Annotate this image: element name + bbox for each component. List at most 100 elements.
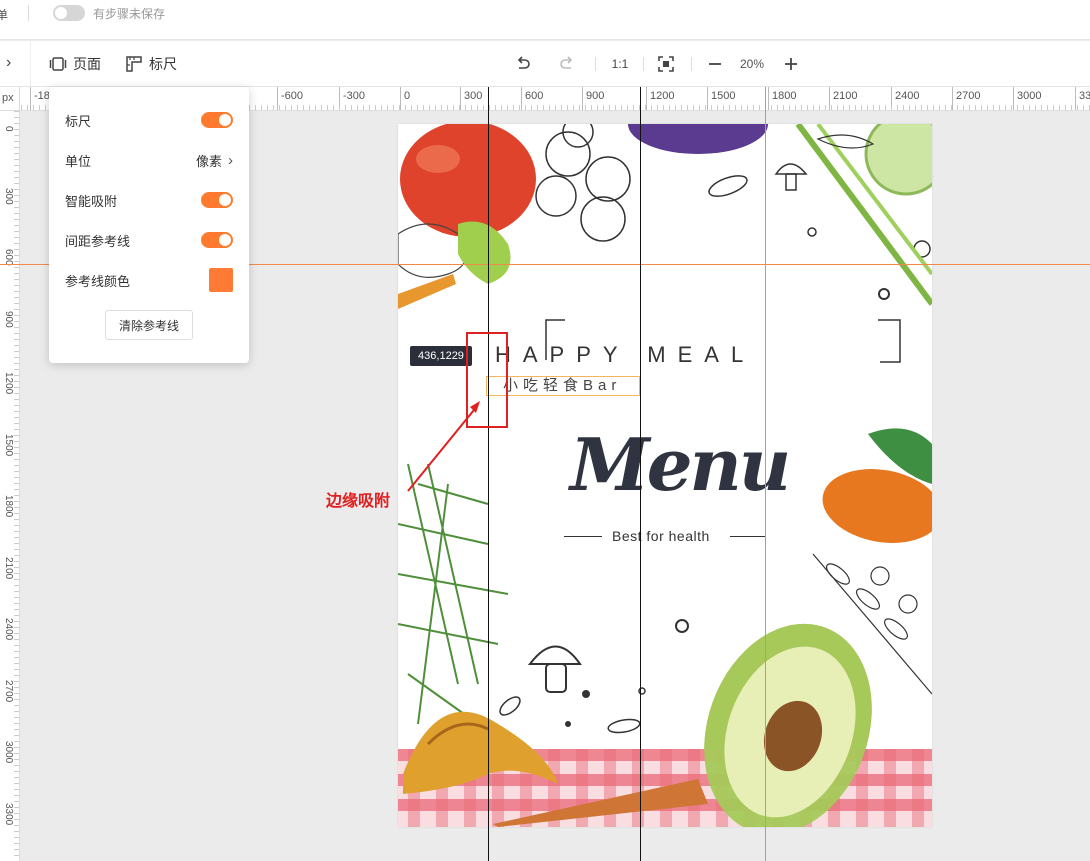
vertical-guide-line[interactable] (640, 87, 641, 861)
zoom-in-icon[interactable] (781, 54, 801, 74)
ruler-button[interactable]: 标尺 (125, 54, 177, 74)
undo-icon[interactable] (513, 54, 533, 74)
unit-row[interactable]: 单位 像素 › (65, 150, 233, 170)
ruler-minor-tick (14, 633, 19, 634)
ruler-minor-tick (14, 645, 19, 646)
ruler-minor-tick (285, 105, 286, 110)
ruler-minor-tick (14, 159, 19, 160)
zoom-out-icon[interactable] (705, 54, 725, 74)
tagline-right-rule (730, 536, 766, 537)
ruler-tick-label: 3000 (3, 741, 14, 764)
ruler-minor-tick (465, 105, 466, 110)
ruler-minor-tick (14, 423, 19, 424)
ruler-minor-tick (903, 105, 904, 110)
ruler-minor-tick (963, 105, 964, 110)
ruler-minor-tick (993, 105, 994, 110)
ruler-minor-tick (855, 105, 856, 110)
chevron-right-icon: › (228, 151, 233, 169)
ruler-minor-tick (375, 105, 376, 110)
ruler-minor-tick (14, 375, 19, 376)
zoom-level: 20% (740, 57, 765, 71)
ruler-minor-tick (249, 105, 250, 110)
ruler-minor-tick (14, 765, 19, 766)
ruler-minor-tick (807, 105, 808, 110)
poster-subtitle-selected[interactable]: 小吃轻食Bar (486, 376, 640, 396)
smart-snap-toggle[interactable] (201, 192, 233, 208)
fit-screen-icon[interactable] (656, 54, 676, 74)
ruler-minor-tick (14, 243, 19, 244)
ruler-minor-tick (1083, 105, 1084, 110)
poster-menu-title[interactable]: Menu (570, 422, 791, 507)
ruler-toggle[interactable] (201, 112, 233, 128)
ruler-minor-tick (14, 435, 19, 436)
ruler-minor-tick (14, 207, 19, 208)
autosave-toggle[interactable] (53, 5, 85, 21)
smart-snap-row: 智能吸附 (65, 190, 233, 210)
ruler-minor-tick (14, 117, 19, 118)
ruler-minor-tick (14, 501, 19, 502)
ruler-minor-tick (633, 105, 634, 110)
vertical-guide-line[interactable] (765, 87, 766, 861)
ruler-minor-tick (879, 105, 880, 110)
ruler-minor-tick (14, 447, 19, 448)
ruler-minor-tick (14, 573, 19, 574)
ruler-minor-tick (14, 165, 19, 166)
ruler-minor-tick (14, 135, 19, 136)
ruler-minor-tick (14, 351, 19, 352)
spacing-guides-row: 间距参考线 (65, 230, 233, 250)
ruler-minor-tick (14, 411, 19, 412)
ruler-minor-tick (14, 363, 19, 364)
ruler-minor-tick (1017, 105, 1018, 110)
ruler-minor-tick (1053, 105, 1054, 110)
ruler-minor-tick (14, 687, 19, 688)
spacing-guides-toggle[interactable] (201, 232, 233, 248)
expand-chevron-icon[interactable]: › (6, 54, 11, 72)
guide-color-swatch[interactable] (209, 268, 233, 292)
ruler-minor-tick (1059, 105, 1060, 110)
ruler-minor-tick (14, 705, 19, 706)
ruler-minor-tick (14, 651, 19, 652)
ruler-minor-tick (14, 675, 19, 676)
vertical-ruler[interactable]: 0 300 600 900 1200 1500 1800 2100 2400 2700 3000 33… (0, 111, 20, 861)
ruler-minor-tick (915, 105, 916, 110)
ruler-minor-tick (975, 105, 976, 110)
page-button[interactable]: 页面 (49, 54, 101, 74)
ruler-minor-tick (969, 105, 970, 110)
clear-guides-button[interactable]: 清除参考线 (105, 310, 193, 340)
ruler-minor-tick (39, 105, 40, 110)
ruler-minor-tick (405, 105, 406, 110)
ruler-minor-tick (14, 405, 19, 406)
ruler-minor-tick (699, 105, 700, 110)
ruler-minor-tick (687, 105, 688, 110)
ruler-minor-tick (729, 105, 730, 110)
ruler-minor-tick (519, 105, 520, 110)
unit-selector[interactable]: 像素 › (196, 151, 233, 170)
ruler-minor-tick (711, 105, 712, 110)
editor-toolbar: › 页面 标尺 1:1 20% (0, 41, 1090, 87)
ruler-minor-tick (945, 105, 946, 110)
ruler-minor-tick (471, 105, 472, 110)
ruler-minor-tick (14, 747, 19, 748)
poster-headline[interactable]: HAPPY MEAL (495, 342, 755, 368)
ruler-minor-tick (681, 105, 682, 110)
divider (691, 57, 692, 71)
ruler-minor-tick (957, 105, 958, 110)
poster-tagline[interactable]: Best for health (612, 528, 710, 544)
ruler-minor-tick (14, 723, 19, 724)
ruler-minor-tick (14, 843, 19, 844)
ruler-minor-tick (14, 309, 19, 310)
ruler-minor-tick (14, 201, 19, 202)
unit-label: 单位 (65, 153, 92, 169)
redo-icon[interactable] (557, 54, 577, 74)
ruler-minor-tick (735, 105, 736, 110)
actual-size-button[interactable]: 1:1 (609, 54, 631, 74)
ruler-minor-tick (14, 789, 19, 790)
ruler-minor-tick (14, 771, 19, 772)
ruler-minor-tick (339, 105, 340, 110)
ruler-tick-label: 2700 (3, 679, 14, 702)
ruler-minor-tick (14, 663, 19, 664)
ruler-minor-tick (579, 105, 580, 110)
ruler-minor-tick (14, 561, 19, 562)
ruler-minor-tick (1041, 105, 1042, 110)
ruler-minor-tick (14, 141, 19, 142)
